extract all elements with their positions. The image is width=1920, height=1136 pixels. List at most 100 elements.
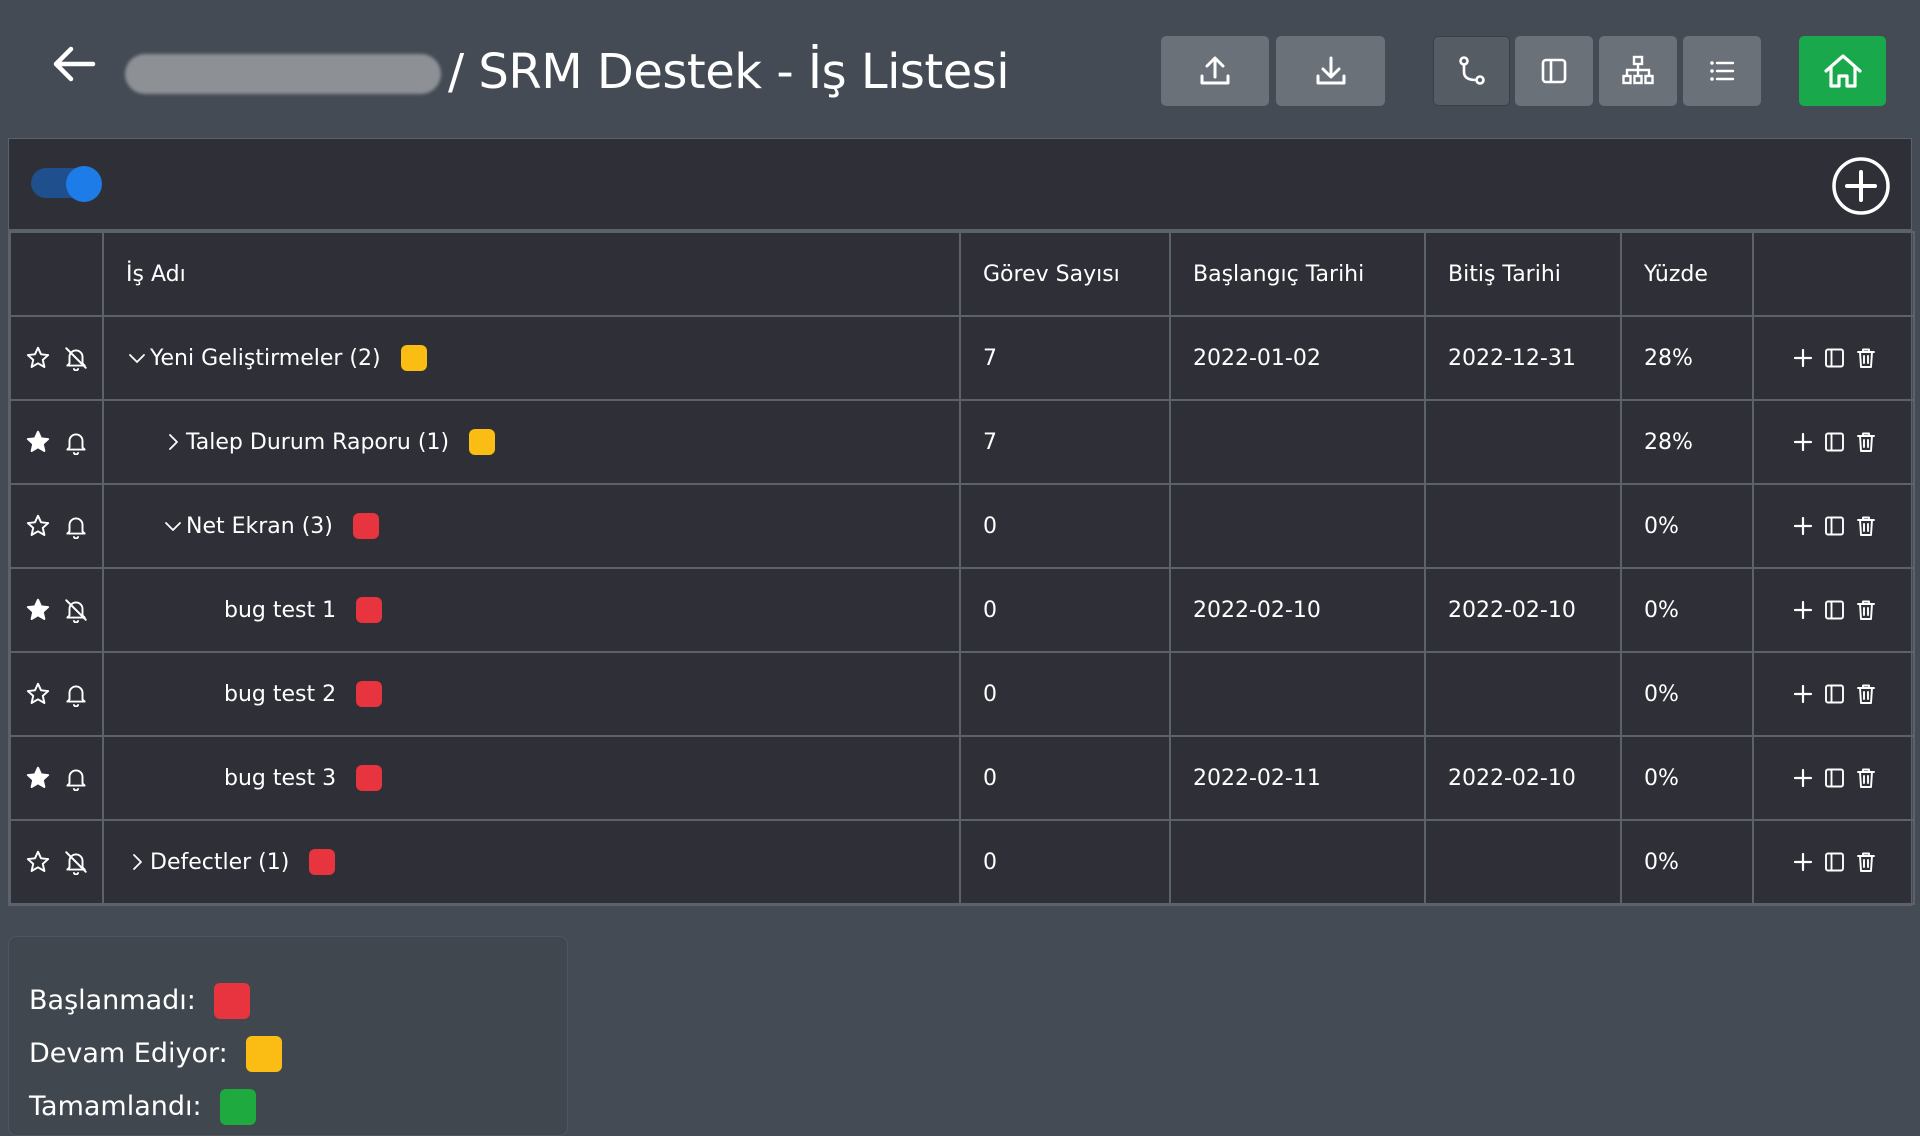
page-header: / SRM Destek - İş Listesi xyxy=(0,0,1920,137)
row-icons-cell xyxy=(9,315,104,401)
delete-button[interactable] xyxy=(1854,682,1878,706)
item-name[interactable]: bug test 2 xyxy=(224,682,336,707)
table-row[interactable]: Net Ekran (3) 0 0% xyxy=(9,483,1915,569)
plus-icon xyxy=(1793,348,1813,368)
delete-button[interactable] xyxy=(1854,514,1878,538)
column-header-percent[interactable]: Yüzde xyxy=(1620,231,1754,317)
item-name[interactable]: Talep Durum Raporu (1) xyxy=(186,430,449,455)
duplicate-button[interactable] xyxy=(1822,682,1846,706)
actions-cell xyxy=(1752,315,1915,401)
start-date-cell: 2022-02-10 xyxy=(1169,567,1426,653)
column-header-end-date[interactable]: Bitiş Tarihi xyxy=(1424,231,1622,317)
duplicate-button[interactable] xyxy=(1822,598,1846,622)
page-title: / SRM Destek - İş Listesi xyxy=(448,44,1010,100)
notification-toggle[interactable] xyxy=(63,849,89,875)
task-count-cell: 0 xyxy=(959,567,1171,653)
task-count-cell: 7 xyxy=(959,315,1171,401)
table-row[interactable]: Defectler (1) 0 0% xyxy=(9,819,1915,905)
add-subitem-button[interactable] xyxy=(1792,851,1814,873)
expand-toggle[interactable] xyxy=(162,431,184,453)
add-subitem-button[interactable] xyxy=(1792,767,1814,789)
notification-toggle[interactable] xyxy=(63,345,89,371)
copy-icon xyxy=(1825,600,1844,620)
duplicate-button[interactable] xyxy=(1822,514,1846,538)
panel-view-button[interactable] xyxy=(1515,36,1593,106)
trash-icon xyxy=(1857,432,1875,452)
duplicate-button[interactable] xyxy=(1822,850,1846,874)
expand-toggle[interactable] xyxy=(126,347,148,369)
star-outline-icon xyxy=(26,682,49,704)
table-row[interactable]: bug test 1 0 2022-02-10 2022-02-10 0% xyxy=(9,567,1915,653)
name-cell: Defectler (1) xyxy=(102,819,961,905)
column-header-task-count[interactable]: Görev Sayısı xyxy=(959,231,1171,317)
notification-toggle[interactable] xyxy=(63,429,89,455)
favorite-toggle[interactable] xyxy=(25,345,51,371)
row-icons-cell xyxy=(9,735,104,821)
duplicate-button[interactable] xyxy=(1822,346,1846,370)
add-item-button[interactable] xyxy=(1831,156,1891,216)
end-date-cell xyxy=(1424,819,1622,905)
favorite-toggle[interactable] xyxy=(25,597,51,623)
favorite-toggle[interactable] xyxy=(25,513,51,539)
list-view-button[interactable] xyxy=(1683,36,1761,106)
item-name[interactable]: Net Ekran (3) xyxy=(186,514,333,539)
table-row[interactable]: bug test 3 0 2022-02-11 2022-02-10 0% xyxy=(9,735,1915,821)
delete-button[interactable] xyxy=(1854,766,1878,790)
legend-swatch-yellow xyxy=(245,1036,282,1072)
add-subitem-button[interactable] xyxy=(1792,599,1814,621)
status-indicator xyxy=(356,765,383,791)
add-subitem-button[interactable] xyxy=(1792,347,1814,369)
actions-cell xyxy=(1752,651,1915,737)
notification-toggle[interactable] xyxy=(63,513,89,539)
table-row[interactable]: Yeni Geliştirmeler (2) 7 2022-01-02 2022-12… xyxy=(9,315,1915,401)
expand-toggle[interactable] xyxy=(126,851,148,873)
delete-button[interactable] xyxy=(1854,346,1878,370)
actions-cell xyxy=(1752,399,1915,485)
favorite-toggle[interactable] xyxy=(25,765,51,791)
item-name[interactable]: Defectler (1) xyxy=(150,850,289,875)
chevron-right-icon xyxy=(169,434,178,450)
branch-view-button[interactable] xyxy=(1433,36,1510,106)
status-indicator xyxy=(469,429,496,455)
expand-toggle[interactable] xyxy=(162,515,184,537)
item-name[interactable]: Yeni Geliştirmeler (2) xyxy=(150,346,381,371)
delete-button[interactable] xyxy=(1854,598,1878,622)
favorite-toggle[interactable] xyxy=(25,429,51,455)
actions-cell xyxy=(1752,567,1915,653)
percent-cell: 0% xyxy=(1620,567,1754,653)
status-indicator xyxy=(309,849,336,875)
duplicate-button[interactable] xyxy=(1822,430,1846,454)
table-header-row: İş Adı Görev Sayısı Başlangıç Tarihi Bit… xyxy=(9,231,1915,317)
toggle-knob xyxy=(66,166,102,202)
table-row[interactable]: bug test 2 0 0% xyxy=(9,651,1915,737)
duplicate-button[interactable] xyxy=(1822,766,1846,790)
column-header-name[interactable]: İş Adı xyxy=(102,231,961,317)
hierarchy-view-button[interactable] xyxy=(1599,36,1677,106)
view-toggle[interactable] xyxy=(31,166,102,202)
add-subitem-button[interactable] xyxy=(1792,683,1814,705)
delete-button[interactable] xyxy=(1854,850,1878,874)
start-date-cell xyxy=(1169,819,1426,905)
table-row[interactable]: Talep Durum Raporu (1) 7 28% xyxy=(9,399,1915,485)
bell-icon xyxy=(65,517,86,539)
plus-icon xyxy=(1793,516,1813,536)
column-header-start-date[interactable]: Başlangıç Tarihi xyxy=(1169,231,1426,317)
add-subitem-button[interactable] xyxy=(1792,515,1814,537)
item-name[interactable]: bug test 3 xyxy=(224,766,336,791)
percent-cell: 0% xyxy=(1620,483,1754,569)
plus-icon xyxy=(1793,852,1813,872)
notification-toggle[interactable] xyxy=(63,597,89,623)
home-button[interactable] xyxy=(1799,36,1886,106)
back-button[interactable] xyxy=(46,40,102,88)
favorite-toggle[interactable] xyxy=(25,849,51,875)
favorite-toggle[interactable] xyxy=(25,681,51,707)
delete-button[interactable] xyxy=(1854,430,1878,454)
item-name[interactable]: bug test 1 xyxy=(224,598,336,623)
add-subitem-button[interactable] xyxy=(1792,431,1814,453)
download-icon xyxy=(1316,56,1345,85)
download-button[interactable] xyxy=(1276,36,1385,106)
trash-icon xyxy=(1857,852,1875,872)
upload-button[interactable] xyxy=(1161,36,1269,106)
notification-toggle[interactable] xyxy=(63,765,89,791)
notification-toggle[interactable] xyxy=(63,681,89,707)
